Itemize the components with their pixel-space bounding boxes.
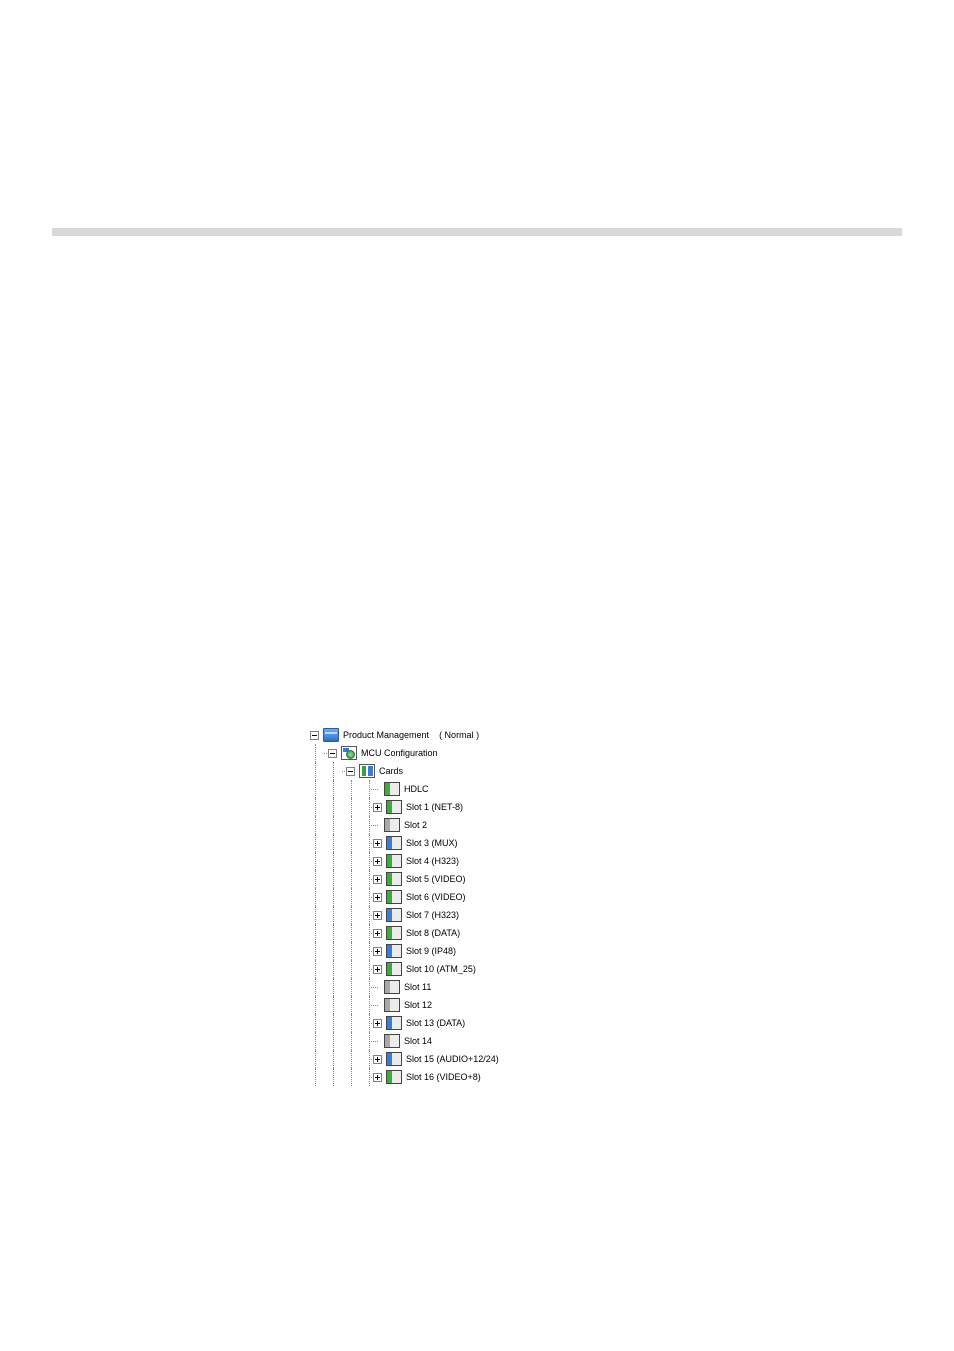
tree-node-slot[interactable]: HDLC	[310, 780, 499, 798]
tree-node-slot[interactable]: Slot 1 (NET-8)	[310, 798, 499, 816]
collapse-icon[interactable]	[310, 731, 319, 740]
tree-label: Slot 2	[404, 821, 427, 830]
card-icon	[386, 1016, 402, 1030]
expand-icon[interactable]	[373, 857, 382, 866]
header-band	[52, 228, 902, 236]
expand-icon[interactable]	[373, 893, 382, 902]
tree-node-slot[interactable]: Slot 2	[310, 816, 499, 834]
tree-label: Slot 4 (H323)	[406, 857, 459, 866]
tree-node-slot[interactable]: Slot 9 (IP48)	[310, 942, 499, 960]
card-icon	[386, 890, 402, 904]
card-icon	[384, 980, 400, 994]
tree-label: Slot 11	[404, 983, 431, 992]
config-icon	[341, 746, 357, 760]
tree-label: Slot 15 (AUDIO+12/24)	[406, 1055, 499, 1064]
card-icon	[386, 962, 402, 976]
tree-label: Slot 1 (NET-8)	[406, 803, 463, 812]
tree-node-slot[interactable]: Slot 16 (VIDEO+8)	[310, 1068, 499, 1086]
tree-label: Slot 3 (MUX)	[406, 839, 458, 848]
cards-icon	[359, 764, 375, 778]
tree-label: Slot 12	[404, 1001, 432, 1010]
card-icon	[384, 998, 400, 1012]
tree-label: Slot 6 (VIDEO)	[406, 893, 466, 902]
tree-label: Slot 8 (DATA)	[406, 929, 460, 938]
expand-icon[interactable]	[373, 1019, 382, 1028]
collapse-icon[interactable]	[328, 749, 337, 758]
card-icon	[386, 926, 402, 940]
card-icon	[384, 782, 400, 796]
tree-label: Product Management	[343, 731, 429, 740]
tree-node-slot[interactable]: Slot 14	[310, 1032, 499, 1050]
collapse-icon[interactable]	[346, 767, 355, 776]
tree-node-slot[interactable]: Slot 15 (AUDIO+12/24)	[310, 1050, 499, 1068]
tree-node-slot[interactable]: Slot 6 (VIDEO)	[310, 888, 499, 906]
tree-node-slot[interactable]: Slot 13 (DATA)	[310, 1014, 499, 1032]
tree-node-slot[interactable]: Slot 10 (ATM_25)	[310, 960, 499, 978]
expand-icon[interactable]	[373, 911, 382, 920]
card-icon	[386, 944, 402, 958]
expand-icon[interactable]	[373, 965, 382, 974]
expand-icon[interactable]	[373, 803, 382, 812]
tree-node-slot[interactable]: Slot 8 (DATA)	[310, 924, 499, 942]
tree-node-cards[interactable]: Cards	[310, 762, 499, 780]
rack-icon	[323, 728, 339, 742]
expand-icon[interactable]	[373, 929, 382, 938]
tree-label: MCU Configuration	[361, 749, 438, 758]
tree-label: Slot 14	[404, 1037, 432, 1046]
tree-label: Slot 13 (DATA)	[406, 1019, 465, 1028]
tree-node-slot[interactable]: Slot 12	[310, 996, 499, 1014]
tree-label: Slot 7 (H323)	[406, 911, 459, 920]
card-icon	[386, 854, 402, 868]
tree-node-slot[interactable]: Slot 7 (H323)	[310, 906, 499, 924]
card-icon	[386, 1052, 402, 1066]
card-icon	[386, 908, 402, 922]
expand-icon[interactable]	[373, 839, 382, 848]
tree-label: Slot 5 (VIDEO)	[406, 875, 466, 884]
status-text: ( Normal )	[439, 731, 479, 740]
tree-node-slot[interactable]: Slot 11	[310, 978, 499, 996]
card-icon	[386, 800, 402, 814]
expand-icon[interactable]	[373, 947, 382, 956]
tree-node-mcu[interactable]: MCU Configuration	[310, 744, 499, 762]
expand-icon[interactable]	[373, 1073, 382, 1082]
card-icon	[384, 1034, 400, 1048]
card-icon	[386, 836, 402, 850]
tree-label: HDLC	[404, 785, 429, 794]
expand-icon[interactable]	[373, 1055, 382, 1064]
tree-view: Product Management ( Normal ) MCU Config…	[310, 726, 499, 1086]
card-icon	[384, 818, 400, 832]
tree-label: Slot 10 (ATM_25)	[406, 965, 476, 974]
card-icon	[386, 872, 402, 886]
tree-node-slot[interactable]: Slot 3 (MUX)	[310, 834, 499, 852]
tree-label: Slot 16 (VIDEO+8)	[406, 1073, 481, 1082]
tree-node-root[interactable]: Product Management ( Normal )	[310, 726, 499, 744]
tree-label: Cards	[379, 767, 403, 776]
tree-label: Slot 9 (IP48)	[406, 947, 456, 956]
expand-icon[interactable]	[373, 875, 382, 884]
tree-node-slot[interactable]: Slot 5 (VIDEO)	[310, 870, 499, 888]
tree-node-slot[interactable]: Slot 4 (H323)	[310, 852, 499, 870]
card-icon	[386, 1070, 402, 1084]
